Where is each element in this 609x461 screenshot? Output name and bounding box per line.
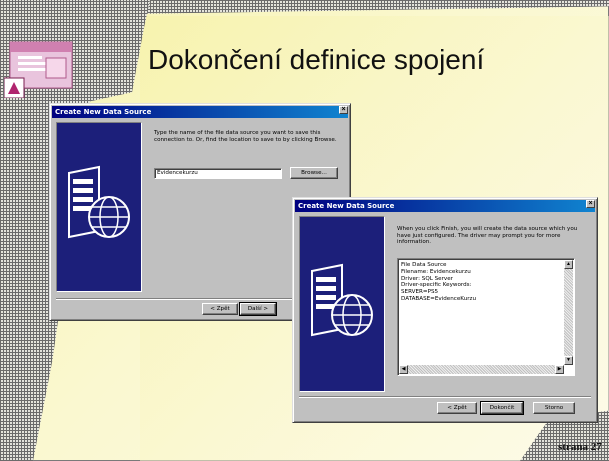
scroll-right-icon[interactable]: ▶ [555,365,564,374]
data-source-globe-icon [68,165,130,239]
close-icon[interactable]: × [339,106,348,114]
scroll-up-icon[interactable]: ▲ [564,260,573,269]
finish-button[interactable]: Dokončit [480,401,524,415]
dialog-title: Create New Data Source [55,108,152,116]
instruction-text: When you click Finish, you will create t… [397,226,578,246]
summary-line: DATABASE=EvidenceKurzu [401,295,477,302]
scroll-down-icon[interactable]: ▼ [564,356,573,365]
summary-lines: File Data Source Filename: Evidencekurzu… [401,262,476,303]
create-data-source-dialog-finish: Create New Data Source × When you click … [292,197,598,423]
cancel-button[interactable]: Storno [533,402,575,414]
dialog-titlebar: Create New Data Source [52,106,348,118]
back-button[interactable]: < Zpět [437,402,477,414]
slide-title: Dokončení definice spojení [148,44,485,75]
summary-listbox[interactable]: File Data Source Filename: Evidencekurzu… [397,258,575,376]
summary-line: File Data Source [401,262,447,268]
back-button[interactable]: < Zpět [202,303,238,315]
dialog-title: Create New Data Source [298,202,395,210]
scroll-left-icon[interactable]: ◀ [399,365,408,374]
dialog-separator [299,396,591,398]
close-icon[interactable]: × [586,200,595,208]
summary-line: Driver-specific Keywords: [401,282,472,289]
vertical-scrollbar[interactable] [564,260,573,365]
summary-line: Driver: SQL Server [401,275,453,282]
data-source-globe-icon [311,263,373,337]
dialog-titlebar: Create New Data Source [295,200,595,212]
next-button[interactable]: Další > [239,302,277,316]
access-logo-icon [4,41,73,98]
wizard-image-panel [299,216,385,392]
browse-button[interactable]: Browse... [290,167,338,179]
page-number: strana 27 [558,441,602,453]
horizontal-scrollbar[interactable] [399,365,564,374]
summary-line: SERVER=PS5 [401,289,439,296]
summary-line: Filename: Evidencekurzu [401,268,471,275]
instruction-text: Type the name of the file data source yo… [154,130,337,143]
filename-input[interactable]: Evidencekurzu [154,168,282,179]
wizard-image-panel [56,122,142,292]
